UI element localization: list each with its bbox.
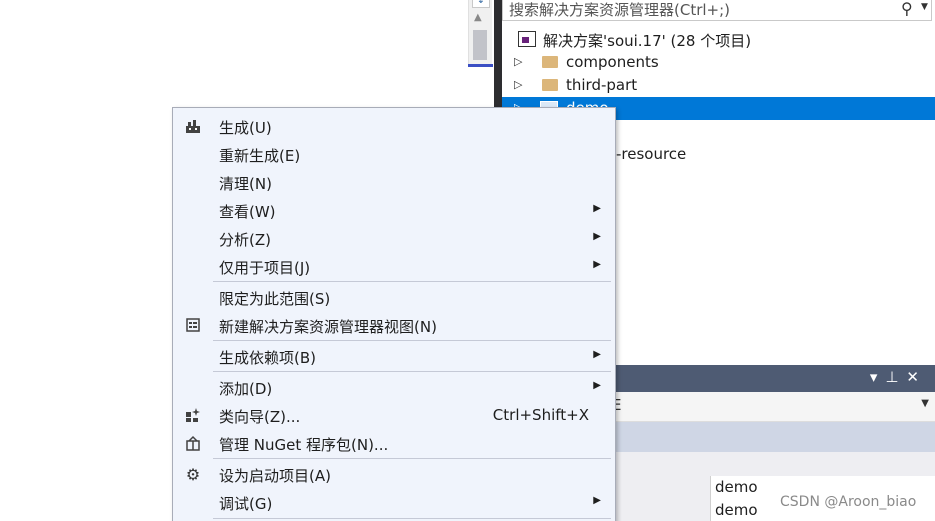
properties-header: ▾⊥✕ [610,365,935,392]
menu-label: 清理(N) [219,175,272,193]
submenu-arrow-icon: ▶ [593,495,601,506]
menu-label: 管理 NuGet 程序包(N)... [219,436,389,454]
folder-icon [542,79,558,91]
menu-label: 设为启动项目(A) [219,467,331,485]
search-box[interactable]: ⚲ ▼ [502,0,932,21]
solution-label: 解决方案'soui.17' (28 个项目) [543,32,752,50]
menu-item-clean[interactable]: 清理(N) [173,169,615,197]
menu-separator [213,518,611,519]
build-icon [183,117,203,137]
menu-label: 调试(G) [219,495,273,513]
menu-label: 重新生成(E) [219,147,301,165]
new-view-icon [183,316,203,336]
chevron-down-icon[interactable]: ▼ [921,2,928,12]
menu-label: 生成依赖项(B) [219,349,316,367]
submenu-arrow-icon: ▶ [593,231,601,242]
tree-item-label: components [566,53,659,71]
menu-item-build-dependencies[interactable]: 生成依赖项(B) ▶ [173,343,615,371]
panel-controls[interactable]: ▾⊥✕ [870,368,927,386]
menu-separator [213,458,611,459]
tree-row-third-part[interactable]: ▷ third-part [502,74,935,97]
menu-item-scope-to-this[interactable]: 限定为此范围(S) [173,284,615,312]
chevron-down-icon[interactable]: ▼ [921,398,929,409]
properties-toolbar [610,422,935,452]
solution-icon [518,31,536,47]
menu-label: 查看(W) [219,203,276,221]
menu-item-class-wizard[interactable]: 类向导(Z)... Ctrl+Shift+X [173,402,615,430]
tree-row-components[interactable]: ▷ components [502,51,935,74]
expand-arrow-icon[interactable]: ▷ [514,78,522,91]
active-divider [468,64,493,67]
submenu-arrow-icon: ▶ [593,349,601,360]
properties-object-selector[interactable]: E ▼ [610,392,935,422]
menu-label: 类向导(Z)... [219,408,301,426]
gear-icon: ⚙ [185,465,201,484]
menu-item-manage-nuget[interactable]: 管理 NuGet 程序包(N)... [173,430,615,458]
search-icon[interactable]: ⚲ [901,0,913,18]
menu-separator [213,371,611,372]
context-menu: 生成(U) 重新生成(E) 清理(N) 查看(W) ▶ 分析(Z) ▶ 仅用于项… [172,107,616,521]
watermark: CSDN @Aroon_biao [780,494,917,510]
menu-item-project-only[interactable]: 仅用于项目(J) ▶ [173,253,615,281]
menu-label: 分析(Z) [219,231,271,249]
submenu-arrow-icon: ▶ [593,380,601,391]
menu-item-view[interactable]: 查看(W) ▶ [173,197,615,225]
scroll-down-icon[interactable]: ↓ [472,0,490,8]
scroll-up-arrow-icon[interactable]: ▲ [474,12,482,23]
menu-label: 仅用于项目(J) [219,259,311,277]
menu-separator [213,340,611,341]
menu-item-rebuild[interactable]: 重新生成(E) [173,141,615,169]
search-input[interactable] [509,0,899,20]
expand-arrow-icon[interactable]: ▷ [514,55,522,68]
tree-item-label: third-part [566,76,638,94]
menu-label: 限定为此范围(S) [219,290,331,308]
class-wizard-icon [183,406,203,426]
nuget-icon [183,434,203,454]
submenu-arrow-icon: ▶ [593,203,601,214]
menu-shortcut: Ctrl+Shift+X [492,406,589,424]
scrollbar-thumb[interactable] [473,30,487,60]
menu-label: 生成(U) [219,119,272,137]
menu-label: 新建解决方案资源管理器视图(N) [219,318,437,336]
tree-row-solution[interactable]: 解决方案'soui.17' (28 个项目) [502,28,935,51]
menu-item-add[interactable]: 添加(D) ▶ [173,374,615,402]
submenu-arrow-icon: ▶ [593,259,601,270]
menu-item-analyze[interactable]: 分析(Z) ▶ [173,225,615,253]
menu-item-debug[interactable]: 调试(G) ▶ [173,489,615,517]
menu-separator [213,281,611,282]
menu-item-set-startup[interactable]: ⚙ 设为启动项目(A) [173,461,615,489]
folder-icon [542,56,558,68]
menu-item-build[interactable]: 生成(U) [173,113,615,141]
menu-label: 添加(D) [219,380,273,398]
menu-item-new-explorer-view[interactable]: 新建解决方案资源管理器视图(N) [173,312,615,340]
